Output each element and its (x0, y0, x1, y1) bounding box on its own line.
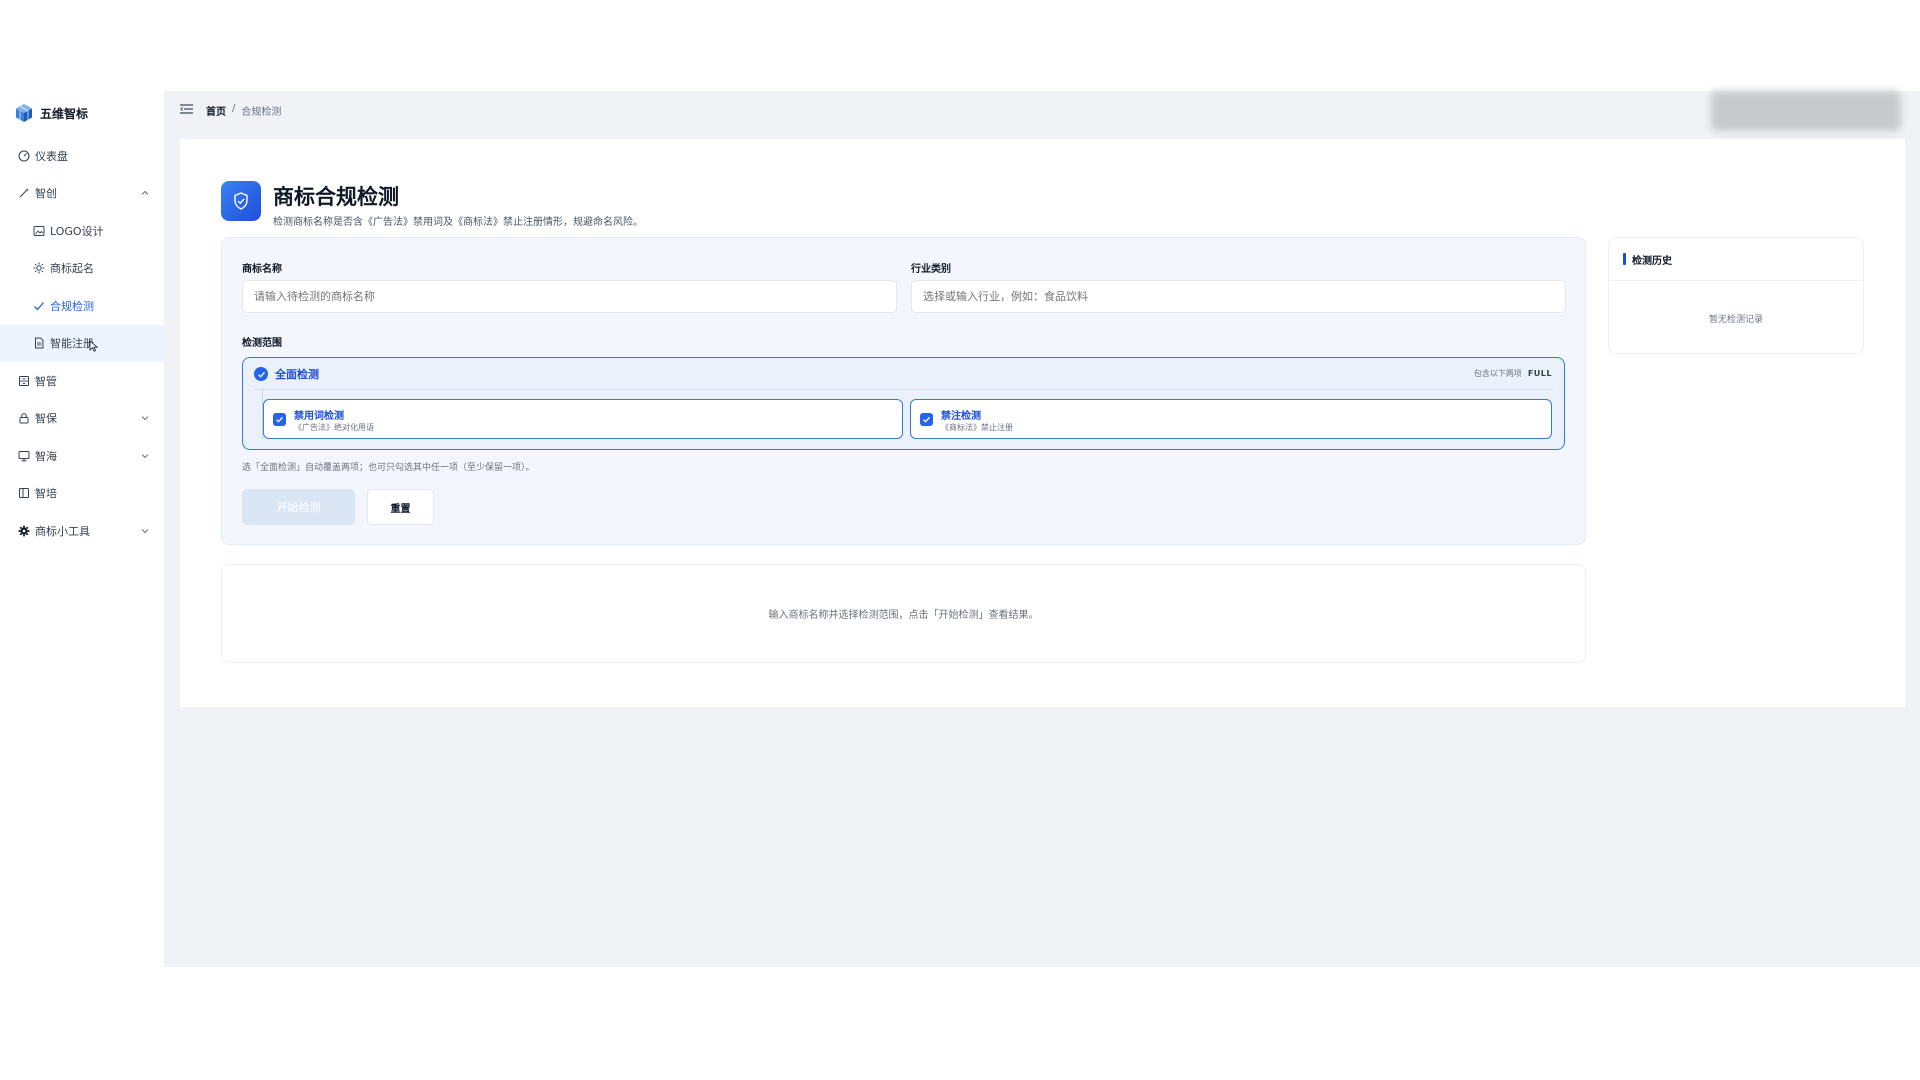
sidebar-item-label: 智管 (35, 374, 57, 388)
brand-name: 五维智标 (40, 106, 89, 121)
trademark-name-label: 商标名称 (242, 264, 282, 275)
chevron-down-icon[interactable] (140, 413, 150, 423)
prohibited-registration-desc: 《商标法》禁止注册 (941, 423, 1013, 432)
gear-icon (17, 524, 30, 537)
sidebar-item-compliance-check[interactable]: 合规检测 (0, 287, 165, 325)
breadcrumb-current: 合规检测 (241, 107, 282, 118)
sidebar-item-zhichuang[interactable]: 智创 (0, 175, 165, 213)
sidebar-item-zhipei[interactable]: 智培 (0, 475, 165, 513)
sidebar-item-label: 合规检测 (50, 299, 94, 313)
scope-label: 检测范围 (242, 338, 282, 349)
full-check-label: 全面检测 (275, 368, 319, 381)
lock-icon (17, 412, 30, 425)
sidebar-nav: 仪表盘 智创 LOGO设计 商标起名 合规检测 智能注册 智管 智保 智海 智培… (0, 137, 165, 550)
sidebar-item-zhihai[interactable]: 智海 (0, 437, 165, 475)
image-icon (32, 224, 45, 237)
industry-input[interactable] (911, 280, 1566, 313)
sidebar-item-label: 智能注册 (50, 337, 94, 351)
sidebar: 五维智标 仪表盘 智创 LOGO设计 商标起名 合规检测 智能注册 智管 智保 … (0, 91, 165, 967)
brand-logo[interactable]: 五维智标 (14, 101, 88, 125)
sidebar-item-zhibao[interactable]: 智保 (0, 400, 165, 438)
sidebar-item-label: 智培 (35, 487, 57, 501)
industry-label: 行业类别 (911, 264, 951, 275)
reset-button[interactable]: 重置 (367, 489, 434, 525)
banned-words-title: 禁用词检测 (294, 411, 344, 422)
dashboard-icon (17, 149, 30, 162)
prohibited-registration-option[interactable]: 禁注检测 《商标法》禁止注册 (910, 399, 1552, 439)
top-bar: 首页 / 合规检测 (165, 91, 1920, 131)
cube-logo-icon (16, 104, 32, 122)
scope-divider (254, 389, 1553, 390)
chevron-down-icon[interactable] (140, 526, 150, 536)
start-check-button[interactable]: 开始检测 (242, 489, 355, 525)
breadcrumb-home[interactable]: 首页 (206, 103, 226, 118)
full-check-hint: 包含以下两项 (1473, 369, 1522, 378)
sidebar-item-label: 智保 (35, 412, 57, 426)
check-icon (32, 299, 45, 312)
user-menu-redacted[interactable] (1711, 91, 1901, 131)
history-empty-text: 暂无检测记录 (1708, 315, 1763, 325)
sidebar-item-label: 智创 (35, 187, 57, 201)
breadcrumb-separator: / (232, 103, 236, 114)
sidebar-item-trademark-naming[interactable]: 商标起名 (0, 250, 165, 288)
sidebar-item-zhiguan[interactable]: 智管 (0, 362, 165, 400)
document-icon (32, 337, 45, 350)
sidebar-item-label: 仪表盘 (35, 149, 68, 163)
full-check-info: 包含以下两项 FULL (1474, 368, 1552, 379)
checkbox-checked-icon[interactable] (920, 413, 933, 426)
sidebar-item-label: 商标起名 (50, 262, 94, 276)
breadcrumb: 首页 / 合规检测 (206, 103, 281, 118)
scope-selector: 全面检测 包含以下两项 FULL 禁用词检测 《广告法》绝对化用语 禁注检测 《… (242, 357, 1565, 450)
sidebar-item-label: 智海 (35, 449, 57, 463)
checkbox-checked-icon[interactable] (273, 413, 286, 426)
result-panel: 输入商标名称并选择检测范围，点击「开始检测」查看结果。 (221, 564, 1586, 663)
history-header: 检测历史 (1609, 238, 1863, 281)
trademark-name-input[interactable] (242, 280, 897, 313)
sidebar-item-label: LOGO设计 (50, 224, 104, 238)
checked-circle-icon (254, 367, 268, 381)
full-check-option[interactable]: 全面检测 (254, 366, 319, 382)
banned-words-desc: 《广告法》绝对化用语 (294, 423, 374, 432)
history-accent-bar (1623, 253, 1626, 265)
compliance-card: 商标合规检测 检测商标名称是否含《广告法》禁用词及《商标法》禁止注册情形，规避命… (180, 139, 1905, 707)
chevron-down-icon[interactable] (140, 451, 150, 461)
chevron-up-icon[interactable] (140, 188, 150, 198)
sidebar-item-tools[interactable]: 商标小工具 (0, 512, 165, 550)
full-tag: FULL (1527, 369, 1552, 378)
sparkle-icon (32, 262, 45, 275)
main-content: 首页 / 合规检测 商标合规检测 检测商标名称是否含《广告法》禁用词及《商标法》… (165, 91, 1920, 967)
banned-words-option[interactable]: 禁用词检测 《广告法》绝对化用语 (263, 399, 903, 439)
scope-hint: 选「全面检测」自动覆盖两项；也可只勾选其中任一项（至少保留一项）。 (242, 463, 535, 473)
check-form: 商标名称 行业类别 检测范围 全面检测 包含以下两项 FULL (221, 237, 1586, 545)
shield-check-icon (221, 181, 261, 221)
app-shell: 五维智标 仪表盘 智创 LOGO设计 商标起名 合规检测 智能注册 智管 智保 … (0, 91, 1920, 967)
magic-wand-icon (17, 187, 30, 200)
monitor-icon (17, 449, 30, 462)
result-empty-text: 输入商标名称并选择检测范围，点击「开始检测」查看结果。 (768, 610, 1039, 621)
prohibited-registration-title: 禁注检测 (941, 411, 981, 422)
menu-toggle-icon[interactable] (180, 103, 193, 115)
archive-icon (17, 374, 30, 387)
sidebar-item-dashboard[interactable]: 仪表盘 (0, 137, 165, 175)
sidebar-item-logo-design[interactable]: LOGO设计 (0, 212, 165, 250)
book-icon (17, 487, 30, 500)
page-title: 商标合规检测 (273, 185, 399, 209)
history-panel: 检测历史 暂无检测记录 (1608, 237, 1864, 354)
mouse-pointer-icon (89, 339, 99, 352)
sidebar-item-smart-register[interactable]: 智能注册 (0, 324, 165, 362)
history-title: 检测历史 (1632, 255, 1672, 267)
page-subtitle: 检测商标名称是否含《广告法》禁用词及《商标法》禁止注册情形，规避命名风险。 (273, 217, 643, 228)
sidebar-item-label: 商标小工具 (35, 524, 90, 538)
